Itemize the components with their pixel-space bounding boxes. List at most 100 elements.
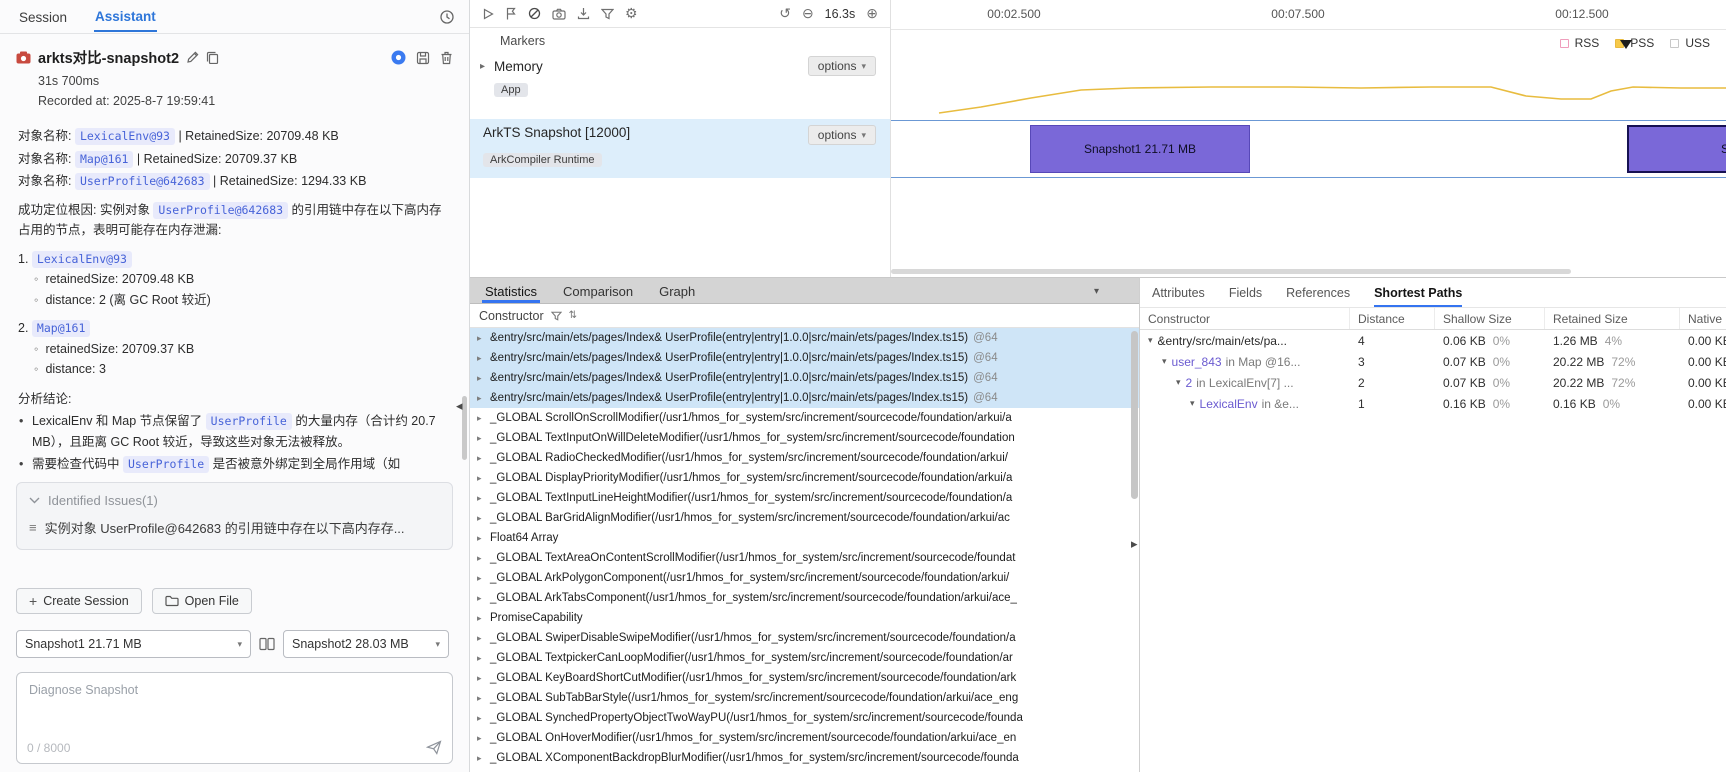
constructor-row[interactable]: ▸_GLOBAL TextInputLineHeightModifier(/us…	[470, 488, 1139, 508]
expand-icon[interactable]: ▸	[477, 528, 490, 548]
constructor-row[interactable]: ▸PromiseCapability	[470, 608, 1139, 628]
flag-icon[interactable]	[505, 7, 517, 20]
snapshot2-select[interactable]: Snapshot2 28.03 MB▾	[283, 630, 449, 658]
reset-zoom-icon[interactable]: ↺	[779, 5, 791, 22]
play-icon[interactable]	[482, 8, 494, 20]
legend-item-rss[interactable]: RSS	[1560, 36, 1600, 50]
tab-session[interactable]: Session	[18, 3, 68, 31]
expand-icon[interactable]: ▸	[477, 668, 490, 688]
object-chip[interactable]: LexicalEnv@93	[75, 128, 175, 145]
path-node[interactable]: 2	[1186, 376, 1193, 390]
constructor-row[interactable]: ▸_GLOBAL SwiperDisableSwipeModifier(/usr…	[470, 628, 1139, 648]
trim-marker-icon[interactable]	[1620, 40, 1632, 49]
snapshot-bar[interactable]: Snapshot2 28.03 MB	[1627, 125, 1726, 173]
timeline-ruler[interactable]: 00:02.50000:07.50000:12.500	[891, 0, 1726, 30]
identified-issues-header[interactable]: Identified Issues(1)	[29, 493, 440, 508]
edit-icon[interactable]	[186, 51, 199, 64]
expand-icon[interactable]: ▸	[477, 648, 490, 668]
object-chip[interactable]: UserProfile@642683	[75, 173, 210, 190]
legend-item-uss[interactable]: USS	[1670, 36, 1710, 50]
expand-icon[interactable]: ▾	[1190, 398, 1195, 409]
tab-statistics[interactable]: Statistics	[482, 281, 540, 303]
path-row[interactable]: ▾&entry/src/main/ets/pa...40.06 KB0%1.26…	[1140, 330, 1726, 351]
tab-graph[interactable]: Graph	[656, 281, 698, 303]
expand-icon[interactable]: ▸	[477, 608, 490, 628]
zoom-out-icon[interactable]: ⊖	[802, 5, 814, 22]
constructor-row[interactable]: ▸_GLOBAL SynchedPropertyObjectTwoWayPU(/…	[470, 708, 1139, 728]
expand-icon[interactable]: ▸	[477, 628, 490, 648]
panel-dropdown-icon[interactable]: ▾	[1094, 286, 1099, 303]
expand-icon[interactable]: ▸	[477, 688, 490, 708]
expand-icon[interactable]: ▸	[477, 508, 490, 528]
ai-icon[interactable]	[391, 50, 406, 65]
path-node[interactable]: LexicalEnv	[1200, 397, 1258, 411]
constructor-row[interactable]: ▸&entry/src/main/ets/pages/Index& UserPr…	[470, 368, 1139, 388]
path-node[interactable]: &entry/src/main/ets/pa...	[1158, 334, 1287, 348]
expand-icon[interactable]: ▸	[477, 368, 490, 388]
issue-item[interactable]: ≡ 实例对象 UserProfile@642683 的引用链中存在以下高内存存.…	[29, 518, 440, 537]
object-chip[interactable]: UserProfile	[206, 413, 292, 430]
markers-track[interactable]: Markers	[470, 28, 890, 54]
constructor-row[interactable]: ▸_GLOBAL ScrollOnScrollModifier(/usr1/hm…	[470, 408, 1139, 428]
tab-comparison[interactable]: Comparison	[560, 281, 636, 303]
expand-icon[interactable]: ▸	[477, 728, 490, 748]
stats-scrollbar-thumb[interactable]	[1131, 331, 1138, 499]
expand-icon[interactable]: ▾	[1162, 356, 1167, 367]
constructor-row[interactable]: ▸_GLOBAL SubTabBarStyle(/usr1/hmos_for_s…	[470, 688, 1139, 708]
constructor-row[interactable]: ▸_GLOBAL DisplayPriorityModifier(/usr1/h…	[470, 468, 1139, 488]
object-chip[interactable]: Map@161	[75, 151, 133, 168]
save-icon[interactable]	[416, 51, 430, 65]
expand-icon[interactable]: ▸	[477, 468, 490, 488]
snapshot-bar[interactable]: Snapshot1 21.71 MB	[1030, 125, 1250, 173]
constructor-row[interactable]: ▸&entry/src/main/ets/pages/Index& UserPr…	[470, 328, 1139, 348]
expand-icon[interactable]: ▸	[477, 588, 490, 608]
expand-icon[interactable]: ▾	[1148, 335, 1153, 346]
camera-icon[interactable]	[552, 8, 566, 20]
expand-icon[interactable]: ▸	[477, 708, 490, 728]
arkts-snapshot-track-header[interactable]: ArkTS Snapshot [12000] options▾ ArkCompi…	[470, 119, 890, 178]
settings-icon[interactable]: ⚙	[625, 5, 638, 22]
timeline-hscrollbar-thumb[interactable]	[891, 269, 1571, 274]
constructor-row[interactable]: ▸_GLOBAL ArkTabsComponent(/usr1/hmos_for…	[470, 588, 1139, 608]
compare-icon[interactable]	[259, 637, 275, 651]
tab-fields[interactable]: Fields	[1229, 286, 1262, 307]
constructor-header[interactable]: Constructor ⇅	[470, 304, 1139, 328]
expand-icon[interactable]: ▾	[1176, 377, 1181, 388]
tab-references[interactable]: References	[1286, 286, 1350, 307]
object-chip[interactable]: UserProfile@642683	[153, 202, 288, 219]
constructor-row[interactable]: ▸_GLOBAL TextpickerCanLoopModifier(/usr1…	[470, 648, 1139, 668]
tab-attributes[interactable]: Attributes	[1152, 286, 1205, 307]
memory-track-header[interactable]: ▸ Memory options▾	[470, 54, 890, 76]
expand-icon[interactable]: ▸	[477, 388, 490, 408]
memory-options-button[interactable]: options▾	[808, 56, 876, 76]
filter-icon[interactable]	[601, 8, 614, 20]
expand-icon[interactable]: ▸	[477, 348, 490, 368]
constructor-row[interactable]: ▸_GLOBAL XComponentBackdropBlurModifier(…	[470, 748, 1139, 768]
zoom-in-icon[interactable]: ⊕	[866, 5, 878, 22]
send-icon[interactable]	[426, 740, 442, 755]
expand-icon[interactable]: ▸	[477, 448, 490, 468]
constructor-row[interactable]: ▸_GLOBAL OnHoverModifier(/usr1/hmos_for_…	[470, 728, 1139, 748]
copy-icon[interactable]	[206, 51, 219, 64]
object-chip[interactable]: LexicalEnv@93	[32, 251, 132, 268]
history-icon[interactable]	[439, 9, 455, 25]
constructor-row[interactable]: ▸_GLOBAL KeyBoardShortCutModifier(/usr1/…	[470, 668, 1139, 688]
tab-shortest-paths[interactable]: Shortest Paths	[1374, 286, 1462, 307]
tab-assistant[interactable]: Assistant	[94, 2, 157, 32]
snapshot-track[interactable]: Snapshot1 21.71 MB Snapshot2 28.03 MB	[891, 120, 1726, 178]
object-chip[interactable]: UserProfile	[123, 456, 209, 473]
constructor-row[interactable]: ▸_GLOBAL RadioCheckedModifier(/usr1/hmos…	[470, 448, 1139, 468]
open-file-button[interactable]: Open File	[152, 588, 252, 614]
constructor-row[interactable]: ▸&entry/src/main/ets/pages/Index& UserPr…	[470, 388, 1139, 408]
create-session-button[interactable]: + Create Session	[16, 588, 142, 614]
path-row[interactable]: ▾LexicalEnvin &e...10.16 KB0%0.16 KB0%0.…	[1140, 393, 1726, 414]
path-node[interactable]: user_843	[1172, 355, 1222, 369]
expand-icon[interactable]: ▸	[477, 748, 490, 768]
constructor-row[interactable]: ▸_GLOBAL TextAreaOnContentScrollModifier…	[470, 548, 1139, 568]
constructor-row[interactable]: ▸_GLOBAL BarGridAlignModifier(/usr1/hmos…	[470, 508, 1139, 528]
timeline[interactable]: 00:02.50000:07.50000:12.500 RSSPSSUSS Sn…	[890, 0, 1726, 277]
object-chip[interactable]: Map@161	[32, 320, 90, 337]
path-row[interactable]: ▾user_843in Map @16...30.07 KB0%20.22 MB…	[1140, 351, 1726, 372]
snapshot1-select[interactable]: Snapshot1 21.71 MB▾	[16, 630, 251, 658]
expand-icon[interactable]: ▸	[480, 61, 494, 72]
